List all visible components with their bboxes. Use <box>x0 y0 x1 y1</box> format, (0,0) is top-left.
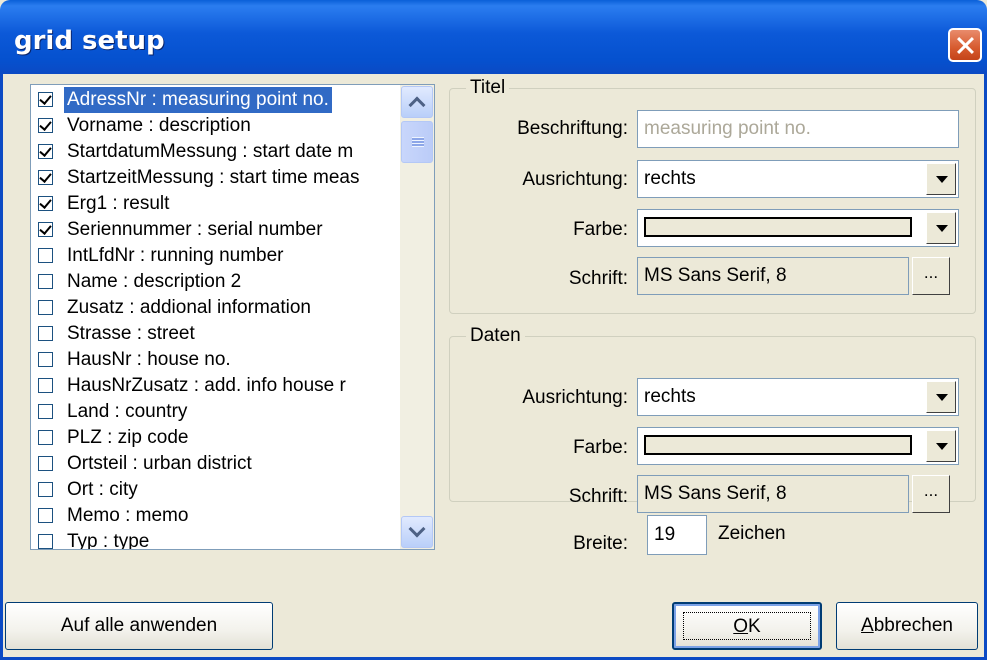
field-list-item-label: StartzeitMessung : start time meas <box>67 167 360 188</box>
cancel-mnemonic: A <box>861 615 874 636</box>
field-list-item-label: Typ : type <box>67 531 150 550</box>
field-list-item[interactable]: Strasse : street <box>31 321 401 347</box>
field-list-item[interactable]: Land : country <box>31 399 401 425</box>
width-label: Breite: <box>573 533 628 554</box>
unchecked-checkbox[interactable] <box>38 378 53 393</box>
scroll-up-arrow-icon[interactable] <box>401 86 433 118</box>
unchecked-checkbox[interactable] <box>38 248 53 263</box>
checked-checkbox[interactable] <box>38 118 53 133</box>
unchecked-checkbox[interactable] <box>38 534 53 549</box>
data-font-label: Schrift: <box>568 486 628 507</box>
unchecked-checkbox[interactable] <box>38 300 53 315</box>
field-list-item[interactable]: HausNr : house no. <box>31 347 401 373</box>
width-unit-label: Zeichen <box>718 523 786 544</box>
field-checklist[interactable]: Typ : type Memo : memo Ort : city Ortsteil … <box>30 84 435 550</box>
chevron-down-icon[interactable] <box>926 381 956 413</box>
chevron-down-icon[interactable] <box>926 430 956 462</box>
caption-field[interactable]: measuring point no. <box>637 110 959 148</box>
chevron-down-icon[interactable] <box>926 212 956 244</box>
unchecked-checkbox[interactable] <box>38 482 53 497</box>
checked-checkbox[interactable] <box>38 144 53 159</box>
field-list-item[interactable]: Name : description 2 <box>31 269 401 295</box>
window-border-left <box>0 74 3 660</box>
unchecked-checkbox[interactable] <box>38 404 53 419</box>
caption-label: Beschriftung: <box>517 118 628 139</box>
title-color-swatch <box>644 217 912 237</box>
list-scrollbar[interactable] <box>400 85 434 549</box>
unchecked-checkbox[interactable] <box>38 326 53 341</box>
data-color-swatch <box>644 435 912 455</box>
ok-button[interactable]: OK <box>672 602 822 650</box>
field-list-item-label: Strasse : street <box>67 323 195 344</box>
data-alignment-select[interactable]: rechts <box>637 378 959 416</box>
field-list-item-label: AdressNr : measuring point no. <box>64 87 332 113</box>
data-color-select[interactable] <box>637 427 959 465</box>
field-list-item[interactable]: Ortsteil : urban district <box>31 451 401 477</box>
data-font-browse-button[interactable]: ... <box>912 475 950 513</box>
title-color-select[interactable] <box>637 209 959 247</box>
checked-checkbox[interactable] <box>38 170 53 185</box>
title-color-label: Farbe: <box>573 219 628 240</box>
width-input[interactable]: 19 <box>647 515 707 555</box>
titel-group-label: Titel <box>466 78 510 98</box>
field-list-item-label: Memo : memo <box>67 505 189 526</box>
title-font-field: MS Sans Serif, 8 <box>637 257 909 295</box>
checked-checkbox[interactable] <box>38 92 53 107</box>
field-list-item-label: IntLfdNr : running number <box>67 245 284 266</box>
field-list-item[interactable]: StartzeitMessung : start time meas <box>31 165 401 191</box>
field-list-item-label: Ortsteil : urban district <box>67 453 252 474</box>
field-list-item-label: HausNrZusatz : add. info house r <box>67 375 346 396</box>
title-font-browse-button[interactable]: ... <box>912 257 950 295</box>
daten-group-label: Daten <box>466 326 525 346</box>
field-list-item-label: Zusatz : addional information <box>67 297 311 318</box>
field-list-item-label: PLZ : zip code <box>67 427 189 448</box>
window-title: grid setup <box>14 26 165 56</box>
data-font-field: MS Sans Serif, 8 <box>637 475 909 513</box>
unchecked-checkbox[interactable] <box>38 430 53 445</box>
cancel-label: bbrechen <box>873 615 953 636</box>
field-list-item[interactable]: StartdatumMessung : start date m <box>31 139 401 165</box>
field-list-item-label: Vorname : description <box>67 115 251 136</box>
checked-checkbox[interactable] <box>38 222 53 237</box>
title-font-label: Schrift: <box>568 268 628 289</box>
field-list-item-label: StartdatumMessung : start date m <box>67 141 354 162</box>
unchecked-checkbox[interactable] <box>38 456 53 471</box>
field-list-item[interactable]: IntLfdNr : running number <box>31 243 401 269</box>
data-alignment-label: Ausrichtung: <box>522 387 628 408</box>
chevron-down-icon[interactable] <box>926 163 956 195</box>
field-list-item[interactable]: HausNrZusatz : add. info house r <box>31 373 401 399</box>
checked-checkbox[interactable] <box>38 196 53 211</box>
title-alignment-value: rechts <box>644 168 696 189</box>
field-list-item[interactable]: Vorname : description <box>31 113 401 139</box>
close-icon[interactable] <box>948 28 982 62</box>
field-list-item[interactable]: Seriennummer : serial number <box>31 217 401 243</box>
grid-setup-dialog: grid setup Typ : type Memo : memo Ort : ci… <box>0 0 987 660</box>
field-list-item[interactable]: Typ : type <box>31 529 401 550</box>
unchecked-checkbox[interactable] <box>38 508 53 523</box>
title-alignment-select[interactable]: rechts <box>637 160 959 198</box>
field-list-item-label: Name : description 2 <box>67 271 242 292</box>
field-list-item-label: Land : country <box>67 401 188 422</box>
field-list-item-label: Erg1 : result <box>67 193 170 214</box>
title-bar[interactable]: grid setup <box>0 0 987 74</box>
data-color-label: Farbe: <box>573 437 628 458</box>
field-list-item[interactable]: Ort : city <box>31 477 401 503</box>
field-list-item[interactable]: PLZ : zip code <box>31 425 401 451</box>
field-list-item-label: Ort : city <box>67 479 138 500</box>
title-alignment-label: Ausrichtung: <box>522 169 628 190</box>
field-list-item[interactable]: Zusatz : addional information <box>31 295 401 321</box>
field-list-item-label: HausNr : house no. <box>67 349 231 370</box>
field-list-item-label: Seriennummer : serial number <box>67 219 323 240</box>
field-list-item[interactable]: Memo : memo <box>31 503 401 529</box>
field-list-item[interactable]: Erg1 : result <box>31 191 401 217</box>
field-list-item[interactable]: AdressNr : measuring point no. <box>31 87 401 113</box>
unchecked-checkbox[interactable] <box>38 274 53 289</box>
apply-to-all-button[interactable]: Auf alle anwenden <box>5 602 273 650</box>
focus-rectangle <box>683 612 811 640</box>
data-alignment-value: rechts <box>644 386 696 407</box>
unchecked-checkbox[interactable] <box>38 352 53 367</box>
cancel-button[interactable]: Abbrechen <box>836 602 978 650</box>
